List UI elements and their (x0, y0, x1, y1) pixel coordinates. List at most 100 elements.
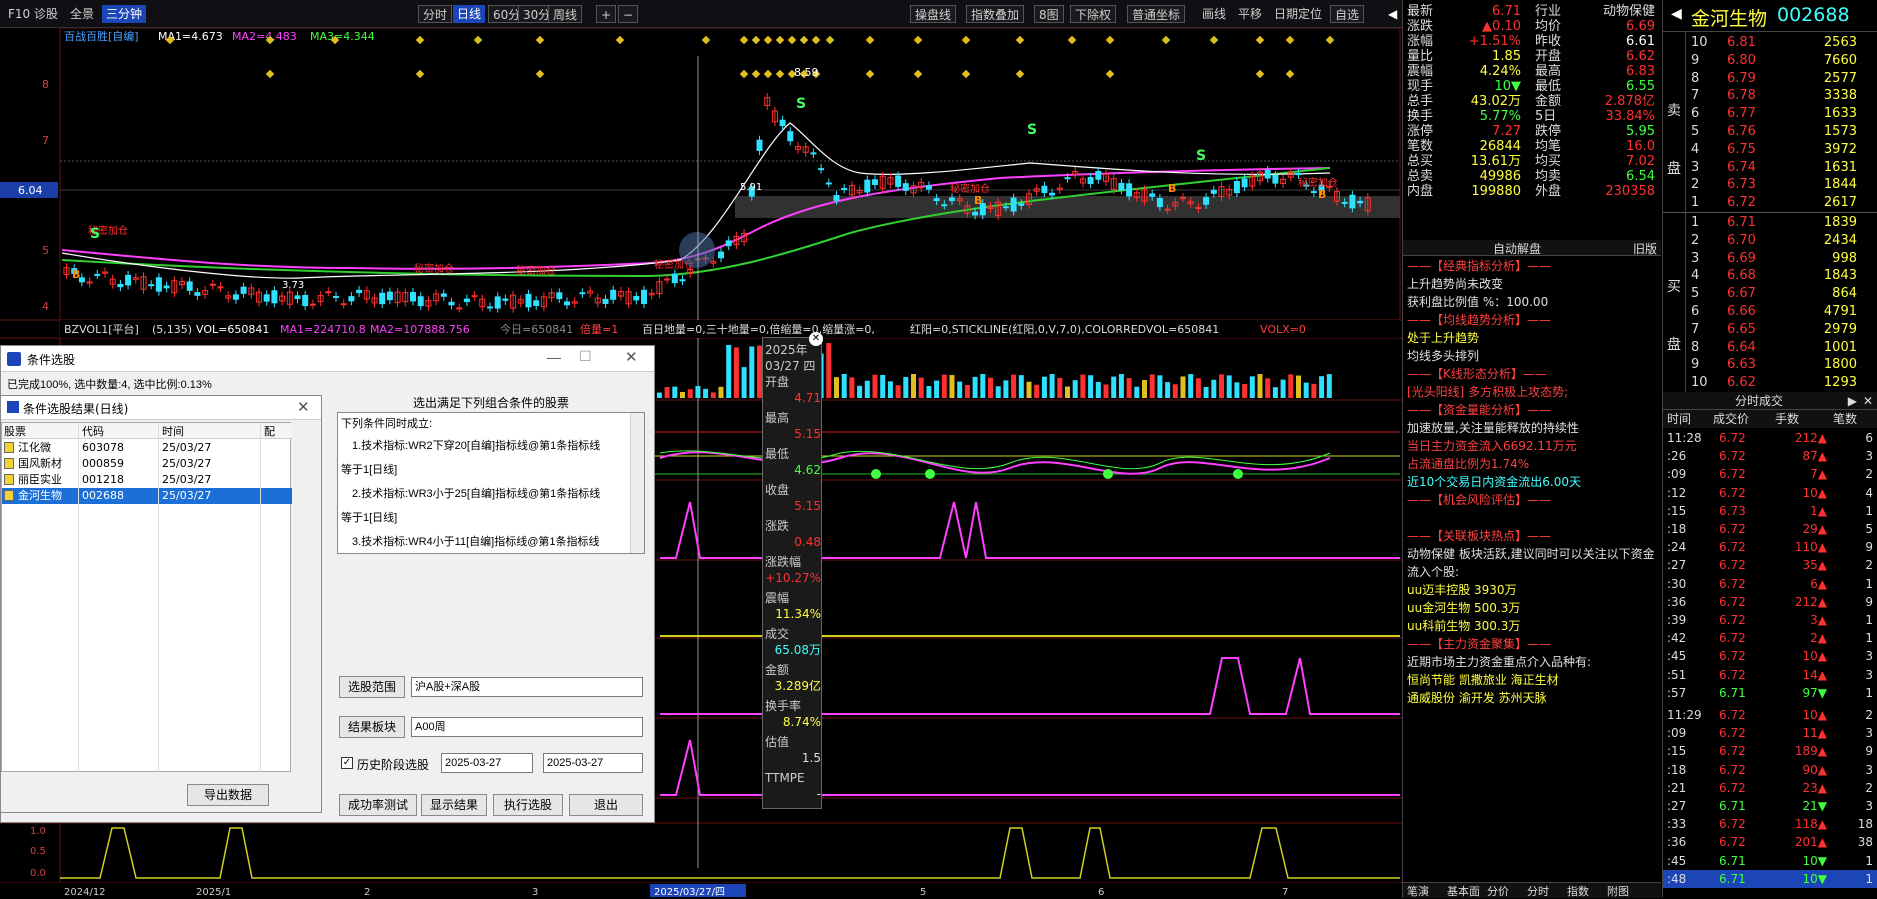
analysis-tab[interactable]: 基本面 (1447, 883, 1480, 899)
candle-body (1018, 203, 1025, 206)
book-sell-row[interactable]: 4 6.75 3972 (1687, 141, 1877, 159)
volume-bar (1180, 376, 1186, 398)
date-end[interactable]: 2025-03-27 (543, 753, 643, 773)
toolbar-huaxian[interactable]: 画线 (1198, 5, 1230, 23)
zoom-out-button[interactable]: − (618, 5, 638, 23)
period-tab-rixian[interactable]: 日线 (453, 5, 486, 23)
result-row[interactable]: 国风新材 000859 25/03/27 (2, 456, 292, 472)
buy-mark-4: B (1318, 188, 1326, 201)
toolbar-quanjing[interactable]: 全景 (66, 5, 98, 23)
top-toolbar: F10 诊股 全景 三分钟 分时 日线 60分 30分 周线 + − 操盘线 指… (0, 0, 1402, 28)
book-sell-row[interactable]: 5 6.76 1573 (1687, 123, 1877, 141)
book-sell-row[interactable]: 2 6.73 1844 (1687, 176, 1877, 194)
book-sell-row[interactable]: 3 6.74 1631 (1687, 159, 1877, 177)
minimize-icon[interactable]: — (547, 349, 561, 365)
period-tab-fenshi[interactable]: 分时 (418, 5, 453, 23)
analysis-tab[interactable]: 分价 (1487, 883, 1509, 899)
col-pei[interactable]: 配 (264, 423, 275, 439)
signal-diamond (1105, 35, 1115, 45)
book-sell-row[interactable]: 1 6.72 2617 (1687, 194, 1877, 212)
book-buy-row[interactable]: 8 6.64 1001 (1687, 339, 1877, 357)
book-buy-row[interactable]: 5 6.67 864 (1687, 285, 1877, 303)
candle-body (841, 187, 848, 190)
success-rate-button[interactable]: 成功率测试 (339, 794, 417, 816)
condition-list[interactable]: 下列条件同时成立: 1.技术指标:WR2下穿20[自编]指标线@第1条指标线 等… (337, 412, 645, 554)
book-buy-row[interactable]: 6 6.66 4791 (1687, 303, 1877, 321)
toolbar-pingyi[interactable]: 平移 (1234, 5, 1266, 23)
history-checkbox[interactable]: ✓ (341, 757, 353, 769)
analysis-old-version[interactable]: 旧版 (1633, 240, 1657, 257)
toolbar-caopanxian[interactable]: 操盘线 (910, 5, 957, 23)
book-buy-row[interactable]: 9 6.63 1800 (1687, 356, 1877, 374)
block-button[interactable]: 结果板块 (339, 716, 405, 738)
ticks-next-icon[interactable]: ▶ (1848, 392, 1857, 410)
zoom-in-button[interactable]: + (596, 5, 616, 23)
result-row[interactable]: 江化微 603078 25/03/27 (2, 440, 292, 456)
book-buy-row[interactable]: 3 6.69 998 (1687, 250, 1877, 268)
book-sell-row[interactable]: 8 6.79 2577 (1687, 70, 1877, 88)
toolbar-zuobiao[interactable]: 普通坐标 (1127, 5, 1186, 23)
analysis-line: ——【均线趋势分析】—— (1407, 313, 1552, 327)
col-stock[interactable]: 股票 (4, 423, 26, 439)
folder-icon (4, 458, 14, 469)
maximize-icon[interactable]: ☐ (579, 348, 592, 365)
results-close-icon[interactable]: ✕ (297, 398, 310, 416)
signal-diamond (1015, 69, 1025, 79)
book-sell-row[interactable]: 9 6.80 7660 (1687, 52, 1877, 70)
range-field[interactable]: 沪A股+深A股 (411, 677, 643, 697)
candle-body (1203, 197, 1210, 205)
toolbar-zhengu[interactable]: 诊股 (30, 5, 62, 23)
show-result-button[interactable]: 显示结果 (421, 794, 487, 816)
collapse-icon[interactable]: ◀ (1384, 5, 1401, 23)
volume-bar (1234, 382, 1240, 398)
candle-body (494, 296, 501, 309)
popup-value: 4.62 (794, 463, 821, 477)
date-start[interactable]: 2025-03-27 (441, 753, 533, 773)
result-row[interactable]: 金河生物 002688 25/03/27 (2, 488, 292, 504)
range-button[interactable]: 选股范围 (339, 676, 405, 698)
export-button[interactable]: 导出数据 (187, 784, 269, 806)
book-buy-row[interactable]: 2 6.70 2434 (1687, 232, 1877, 250)
indicator-name[interactable]: 百战百胜[自编] (64, 29, 139, 43)
tick-row: :12 6.72 10▲ 4 (1667, 485, 1873, 500)
book-buy-row[interactable]: 4 6.68 1843 (1687, 267, 1877, 285)
volume-bar (733, 347, 739, 398)
candle-body (309, 303, 316, 306)
ticks-close-icon[interactable]: ✕ (1863, 392, 1873, 410)
volume-bar (1011, 374, 1017, 398)
book-buy-row[interactable]: 10 6.62 1293 (1687, 374, 1877, 392)
toolbar-riqi[interactable]: 日期定位 (1270, 5, 1326, 23)
candle-body (502, 298, 509, 301)
result-row[interactable]: 丽臣实业 001218 25/03/27 (2, 472, 292, 488)
col-code[interactable]: 代码 (82, 423, 104, 439)
quote-label: 现手 (1407, 79, 1434, 94)
book-buy-row[interactable]: 1 6.71 1839 (1687, 214, 1877, 232)
volume-bar (1326, 374, 1332, 398)
exit-button[interactable]: 退出 (569, 794, 643, 816)
toolbar-zixuan[interactable]: 自选 (1330, 5, 1365, 23)
vol-indicator-name[interactable]: BZVOL1[平台] (64, 322, 139, 336)
analysis-tab[interactable]: 指数 (1567, 883, 1589, 899)
close-icon[interactable]: ✕ (625, 348, 638, 366)
book-sell-row[interactable]: 7 6.78 3338 (1687, 87, 1877, 105)
volume-bar (980, 374, 986, 398)
col-time[interactable]: 时间 (162, 423, 184, 439)
analysis-tab[interactable]: 附图 (1607, 883, 1629, 899)
block-field[interactable]: A00周 (411, 717, 643, 737)
analysis-tab[interactable]: 分时 (1527, 883, 1549, 899)
cond-scrollbar[interactable] (630, 413, 644, 553)
execute-button[interactable]: 执行选股 (493, 794, 563, 816)
popup-label: 2025年 (765, 343, 808, 357)
toolbar-zhishu[interactable]: 指数叠加 (966, 5, 1025, 23)
toolbar-sanfenzhong[interactable]: 三分钟 (102, 5, 147, 23)
annotation-2: 秘密加仓 (516, 264, 556, 277)
analysis-tab[interactable]: 笔演 (1407, 883, 1429, 899)
book-buy-row[interactable]: 7 6.65 2979 (1687, 321, 1877, 339)
book-sell-row[interactable]: 6 6.77 1633 (1687, 105, 1877, 123)
signal-diamond (865, 69, 875, 79)
book-sell-row[interactable]: 10 6.81 2563 (1687, 34, 1877, 52)
toolbar-chuquan[interactable]: 下除权 (1070, 5, 1117, 23)
toolbar-8tu[interactable]: 8图 (1034, 5, 1064, 23)
quote-label: 昨收 (1535, 34, 1562, 49)
period-tab-zhou[interactable]: 周线 (548, 5, 583, 23)
